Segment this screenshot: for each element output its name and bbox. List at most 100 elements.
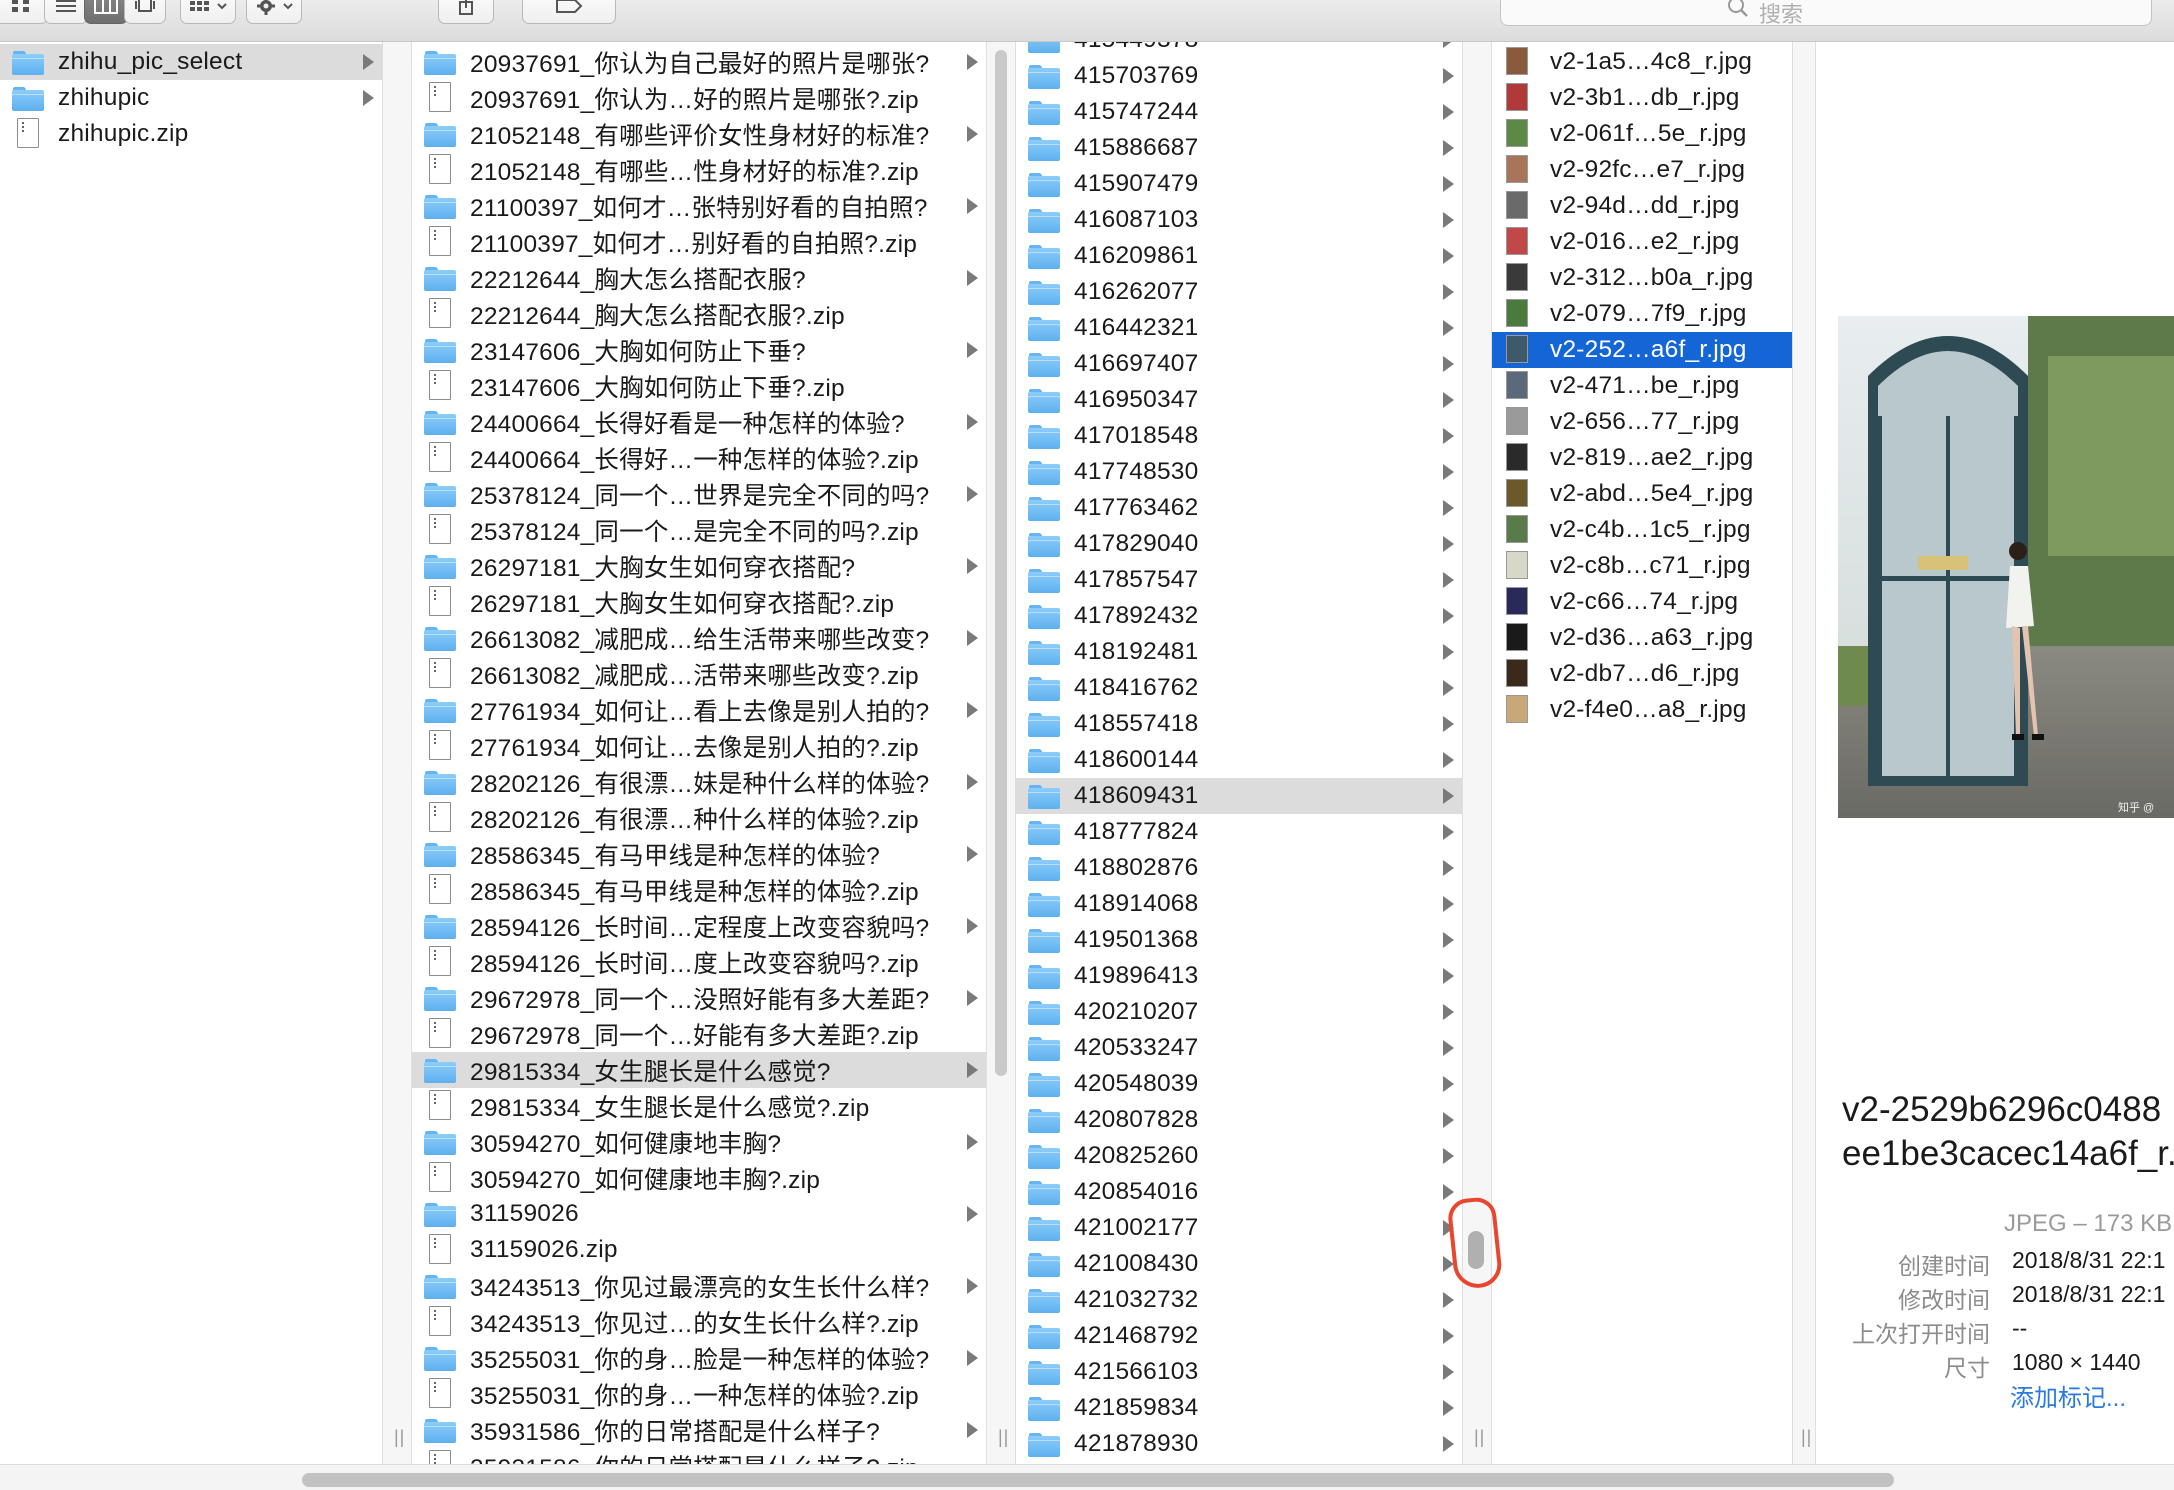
list-item[interactable]: 415886687 xyxy=(1016,130,1462,166)
list-item[interactable]: 31159026.zip xyxy=(412,1232,986,1268)
list-item[interactable]: 25378124_同一个…是完全不同的吗?.zip xyxy=(412,512,986,548)
list-item[interactable]: 26297181_大胸女生如何穿衣搭配? xyxy=(412,548,986,584)
list-item[interactable]: 21052148_有哪些…性身材好的标准?.zip xyxy=(412,152,986,188)
list-item[interactable]: 416209861 xyxy=(1016,238,1462,274)
list-item[interactable]: v2-c4b…1c5_r.jpg xyxy=(1492,512,1792,548)
view-icons-button[interactable] xyxy=(0,0,48,24)
list-item[interactable]: 22212644_胸大怎么搭配衣服? xyxy=(412,260,986,296)
list-item[interactable]: 420854016 xyxy=(1016,1174,1462,1210)
list-item[interactable]: v2-471…be_r.jpg xyxy=(1492,368,1792,404)
list-item[interactable]: 415703769 xyxy=(1016,58,1462,94)
list-item[interactable]: v2-252…a6f_r.jpg xyxy=(1492,332,1792,368)
tags-button[interactable] xyxy=(522,0,616,24)
list-item[interactable]: 29815334_女生腿长是什么感觉?.zip xyxy=(412,1088,986,1124)
view-list-button[interactable] xyxy=(44,0,88,24)
list-item[interactable]: v2-92fc…e7_r.jpg xyxy=(1492,152,1792,188)
column-4[interactable]: v2-1a5…4c8_r.jpg v2-3b1…db_r.jpg v2-061f…5… xyxy=(1492,42,1792,1464)
column-1-resize-handle[interactable]: || xyxy=(382,42,412,1464)
list-item[interactable]: 417763462 xyxy=(1016,490,1462,526)
list-item[interactable]: 23147606_大胸如何防止下垂?.zip xyxy=(412,368,986,404)
list-item[interactable]: 26613082_减肥成…活带来哪些改变?.zip xyxy=(412,656,986,692)
list-item[interactable]: 421878930 xyxy=(1016,1426,1462,1462)
list-item[interactable]: zhihupic xyxy=(0,80,382,116)
list-item[interactable]: v2-1a5…4c8_r.jpg xyxy=(1492,44,1792,80)
list-item[interactable]: 20937691_你认为自己最好的照片是哪张? xyxy=(412,44,986,80)
list-item[interactable]: 29672978_同一个…好能有多大差距?.zip xyxy=(412,1016,986,1052)
list-item[interactable]: 30594270_如何健康地丰胸?.zip xyxy=(412,1160,986,1196)
list-item[interactable]: 24400664_长得好看是一种怎样的体验? xyxy=(412,404,986,440)
column-3[interactable]: 415449378 415703769 415747244 415886687 4159… xyxy=(1016,42,1462,1464)
action-button[interactable] xyxy=(246,0,302,24)
list-item[interactable]: 21052148_有哪些评价女性身材好的标准? xyxy=(412,116,986,152)
list-item[interactable]: v2-abd…5e4_r.jpg xyxy=(1492,476,1792,512)
column-4-resize-handle[interactable]: || xyxy=(1792,42,1816,1464)
list-item[interactable]: 416087103 xyxy=(1016,202,1462,238)
list-item[interactable]: v2-c66…74_r.jpg xyxy=(1492,584,1792,620)
list-item[interactable]: v2-3b1…db_r.jpg xyxy=(1492,80,1792,116)
list-item[interactable]: v2-f4e0…a8_r.jpg xyxy=(1492,692,1792,728)
list-item[interactable]: 418557418 xyxy=(1016,706,1462,742)
list-item[interactable]: 27761934_如何让…看上去像是别人拍的? xyxy=(412,692,986,728)
list-item[interactable]: 415747244 xyxy=(1016,94,1462,130)
add-tags-link[interactable]: 添加标记... xyxy=(2010,1378,2126,1413)
list-item[interactable]: 421859834 xyxy=(1016,1390,1462,1426)
list-item[interactable]: 421566103 xyxy=(1016,1354,1462,1390)
list-item[interactable]: 27761934_如何让…去像是别人拍的?.zip xyxy=(412,728,986,764)
list-item[interactable]: 21100397_如何才…别好看的自拍照?.zip xyxy=(412,224,986,260)
list-item[interactable]: 29672978_同一个…没照好能有多大差距? xyxy=(412,980,986,1016)
list-item[interactable]: 420825260 xyxy=(1016,1138,1462,1174)
list-item[interactable]: 417748530 xyxy=(1016,454,1462,490)
list-item[interactable]: v2-061f…5e_r.jpg xyxy=(1492,116,1792,152)
list-item[interactable]: 416262077 xyxy=(1016,274,1462,310)
list-item[interactable]: 34243513_你见过最漂亮的女生长什么样? xyxy=(412,1268,986,1304)
list-item[interactable]: 21100397_如何才…张特别好看的自拍照? xyxy=(412,188,986,224)
list-item[interactable]: 417018548 xyxy=(1016,418,1462,454)
list-item[interactable]: 418609431 xyxy=(1016,778,1462,814)
list-item[interactable]: 421002177 xyxy=(1016,1210,1462,1246)
list-item[interactable]: 416950347 xyxy=(1016,382,1462,418)
list-item[interactable]: v2-d36…a63_r.jpg xyxy=(1492,620,1792,656)
list-item[interactable]: 420210207 xyxy=(1016,994,1462,1030)
list-item[interactable]: 415907479 xyxy=(1016,166,1462,202)
list-item[interactable]: 421008430 xyxy=(1016,1246,1462,1282)
list-item[interactable]: v2-656…77_r.jpg xyxy=(1492,404,1792,440)
view-columns-button[interactable] xyxy=(84,0,128,24)
list-item[interactable]: 417857547 xyxy=(1016,562,1462,598)
list-item[interactable]: 420807828 xyxy=(1016,1102,1462,1138)
list-item[interactable]: 35931586_你的日常搭配是什么样子? xyxy=(412,1412,986,1448)
list-item[interactable]: 28586345_有马甲线是种怎样的体验?.zip xyxy=(412,872,986,908)
list-item[interactable]: 25378124_同一个…世界是完全不同的吗? xyxy=(412,476,986,512)
list-item[interactable]: 418777824 xyxy=(1016,814,1462,850)
list-item[interactable]: 416442321 xyxy=(1016,310,1462,346)
list-item[interactable]: v2-079…7f9_r.jpg xyxy=(1492,296,1792,332)
list-item[interactable]: 20937691_你认为…好的照片是哪张?.zip xyxy=(412,80,986,116)
column-2[interactable]: 20937691_你认为自己最好的照片是哪张? 20937691_你认为…好的照片… xyxy=(412,42,986,1464)
list-item[interactable]: 416697407 xyxy=(1016,346,1462,382)
list-item[interactable]: 419896413 xyxy=(1016,958,1462,994)
list-item[interactable]: 417829040 xyxy=(1016,526,1462,562)
list-item[interactable]: 23147606_大胸如何防止下垂? xyxy=(412,332,986,368)
list-item[interactable]: 26613082_减肥成…给生活带来哪些改变? xyxy=(412,620,986,656)
list-item[interactable]: 421032732 xyxy=(1016,1282,1462,1318)
list-item[interactable]: 418914068 xyxy=(1016,886,1462,922)
list-item[interactable]: 24400664_长得好…一种怎样的体验?.zip xyxy=(412,440,986,476)
list-item[interactable]: 35931586_你的日常搭配是什么样子?.zip xyxy=(412,1448,986,1464)
column-1[interactable]: zhihu_pic_select zhihupic zhihupic.zip xyxy=(0,42,382,1464)
list-item[interactable]: 415449378 xyxy=(1016,42,1462,58)
list-item[interactable]: 417892432 xyxy=(1016,598,1462,634)
list-item[interactable]: 418192481 xyxy=(1016,634,1462,670)
horizontal-scrollbar[interactable] xyxy=(0,1464,2174,1490)
list-item[interactable]: 28202126_有很漂…种什么样的体验?.zip xyxy=(412,800,986,836)
list-item[interactable]: v2-312…b0a_r.jpg xyxy=(1492,260,1792,296)
list-item[interactable]: v2-94d…dd_r.jpg xyxy=(1492,188,1792,224)
list-item[interactable]: 35255031_你的身…一种怎样的体验?.zip xyxy=(412,1376,986,1412)
list-item[interactable]: v2-016…e2_r.jpg xyxy=(1492,224,1792,260)
list-item[interactable]: 28594126_长时间…定程度上改变容貌吗? xyxy=(412,908,986,944)
list-item[interactable]: 420548039 xyxy=(1016,1066,1462,1102)
list-item[interactable]: 30594270_如何健康地丰胸? xyxy=(412,1124,986,1160)
column-2-scrollbar[interactable] xyxy=(995,50,1007,1076)
list-item[interactable]: 34243513_你见过…的女生长什么样?.zip xyxy=(412,1304,986,1340)
list-item[interactable]: v2-819…ae2_r.jpg xyxy=(1492,440,1792,476)
list-item[interactable]: zhihupic.zip xyxy=(0,116,382,152)
horizontal-scroll-thumb[interactable] xyxy=(302,1473,1894,1487)
